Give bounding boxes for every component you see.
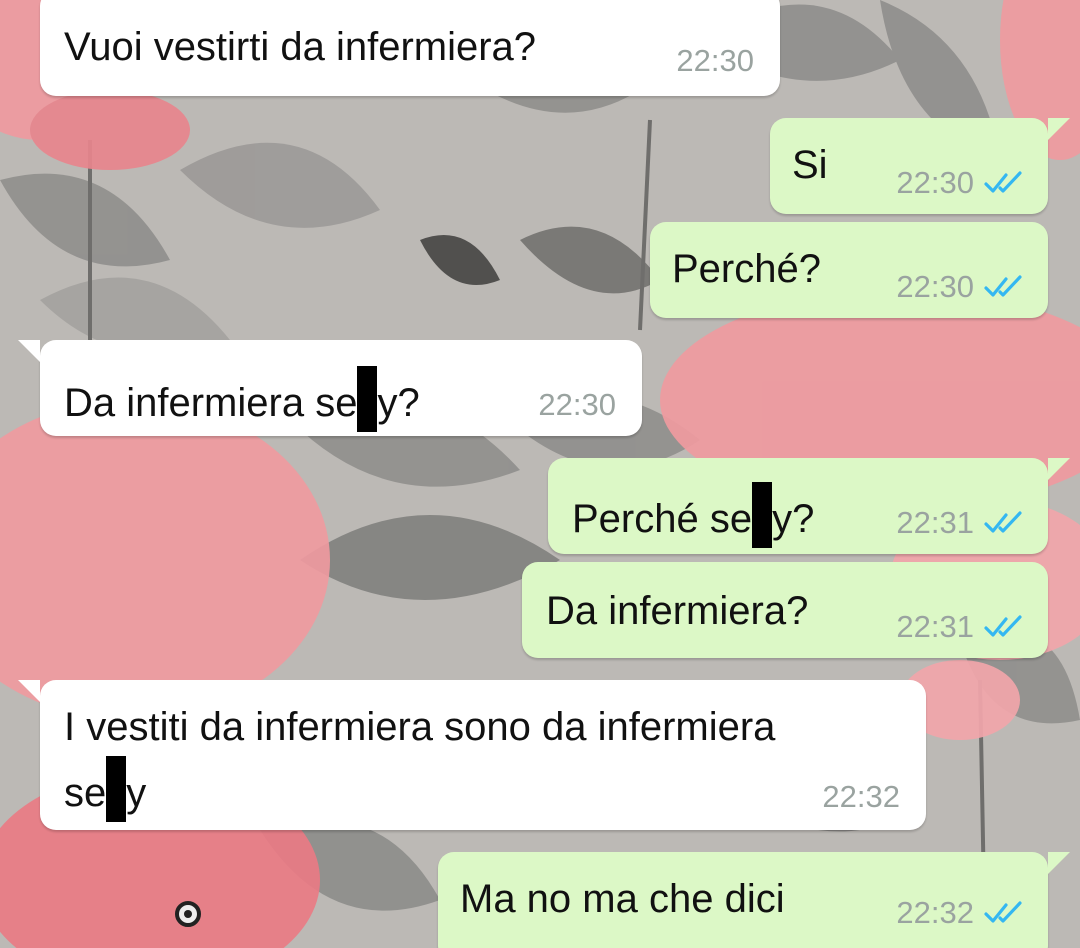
double-check-read-icon	[984, 171, 1022, 193]
message-time: 22:30	[896, 269, 974, 304]
message-time: 22:30	[538, 387, 616, 422]
message-text: Perché se y?	[572, 482, 814, 548]
message-bubble-incoming[interactable]: I vestiti da infermiera sono da infermie…	[18, 680, 926, 830]
message-text: Ma no ma che dici	[460, 877, 785, 921]
message-text-part: Da infermiera se	[64, 381, 358, 425]
message-bubble-outgoing[interactable]: Perché se y? 22:31	[548, 458, 1070, 554]
message-meta: 22:30	[896, 164, 1026, 203]
message-meta: 22:30	[676, 42, 754, 81]
redaction-bar	[106, 756, 127, 822]
double-check-read-icon	[984, 275, 1022, 297]
message-text-part: se	[64, 771, 107, 815]
message-time: 22:30	[896, 165, 974, 200]
message-text-line: se y	[64, 756, 146, 822]
message-bubble-incoming[interactable]: Vuoi vestirti da infermiera? 22:30	[40, 0, 780, 96]
message-text: Si	[792, 143, 828, 187]
bubble-tail	[1048, 458, 1070, 480]
message-text: Da infermiera?	[546, 589, 809, 633]
double-check-read-icon	[984, 615, 1022, 637]
message-meta: 22:30	[538, 386, 616, 425]
message-bubble-outgoing[interactable]: Da infermiera? 22:31	[522, 562, 1048, 658]
message-time: 22:31	[896, 505, 974, 540]
message-text-part: y	[126, 771, 147, 815]
message-text-part: y?	[377, 381, 420, 425]
bubble-tail	[1048, 852, 1070, 874]
message-meta: 22:30	[896, 268, 1026, 307]
redaction-bar	[752, 482, 773, 548]
message-meta: 22:31	[896, 504, 1026, 543]
message-bubble-outgoing[interactable]: Si 22:30	[770, 118, 1070, 214]
message-meta: 22:32	[896, 894, 1026, 933]
message-time: 22:32	[822, 779, 900, 814]
message-text-part: y?	[772, 497, 815, 541]
message-bubble-incoming[interactable]: Da infermiera se y? 22:30	[18, 340, 642, 436]
redaction-bar	[357, 366, 378, 432]
bubble-tail	[18, 340, 40, 362]
double-check-read-icon	[984, 511, 1022, 533]
message-meta: 22:31	[896, 608, 1026, 647]
message-text-part: Perché se	[572, 497, 753, 541]
message-time: 22:31	[896, 609, 974, 644]
double-check-read-icon	[984, 901, 1022, 923]
message-bubble-outgoing[interactable]: Ma no ma che dici 22:32	[438, 852, 1070, 948]
message-meta: 22:32	[822, 778, 900, 817]
message-bubble-outgoing[interactable]: Perché? 22:30	[650, 222, 1048, 318]
message-text-line: I vestiti da infermiera sono da infermie…	[64, 705, 776, 749]
message-text: Da infermiera se y?	[64, 366, 420, 432]
message-text: Vuoi vestirti da infermiera?	[64, 25, 537, 69]
message-text: Perché?	[672, 247, 821, 291]
bubble-tail	[18, 680, 40, 702]
message-time: 22:30	[676, 43, 754, 78]
message-time: 22:32	[896, 895, 974, 930]
bubble-tail	[1048, 118, 1070, 140]
